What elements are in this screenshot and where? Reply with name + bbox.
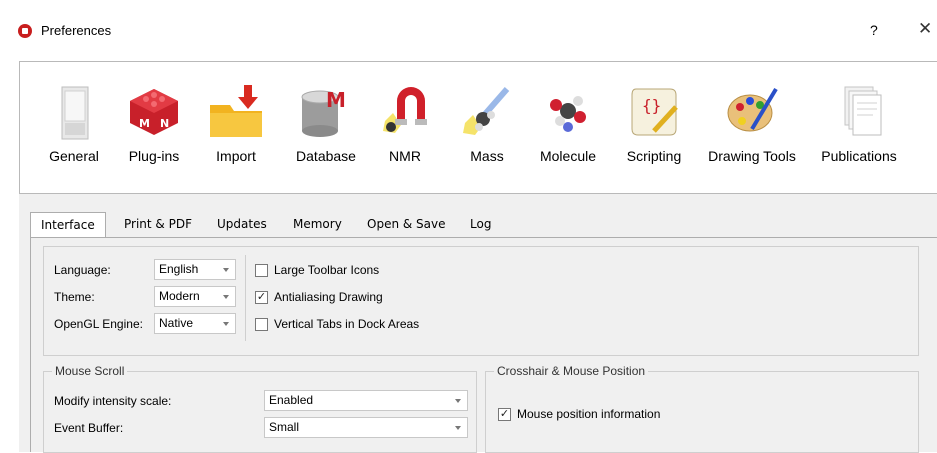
category-label: Plug-ins <box>128 148 180 164</box>
modify-intensity-value: Enabled <box>269 393 314 407</box>
antialiasing-checkbox[interactable]: ✓ <box>255 291 268 304</box>
vertical-tabs-label: Vertical Tabs in Dock Areas <box>274 317 420 331</box>
language-select[interactable]: English <box>154 259 236 280</box>
category-scripting[interactable]: {} Scripting <box>616 77 692 182</box>
theme-select[interactable]: Modern <box>154 286 236 307</box>
theme-value: Modern <box>159 289 200 303</box>
database-icon: M <box>301 88 346 137</box>
chevron-down-icon <box>223 295 229 299</box>
category-label: Scripting <box>626 148 682 164</box>
category-label: Mass <box>470 148 504 164</box>
svg-text:{}: {} <box>642 96 661 115</box>
category-label: General <box>49 148 99 164</box>
svg-text:N: N <box>160 117 169 130</box>
category-plugins[interactable]: M N Plug-ins <box>116 77 192 182</box>
nmr-icon <box>383 87 427 133</box>
category-nmr[interactable]: NMR <box>370 77 440 182</box>
title-bar: Preferences ? ✕ <box>0 0 937 60</box>
event-buffer-value: Small <box>269 420 300 434</box>
tab-updates[interactable]: Updates <box>207 212 277 237</box>
tab-memory[interactable]: Memory <box>283 212 352 237</box>
svg-text:M: M <box>326 88 346 112</box>
chevron-down-icon <box>223 322 229 326</box>
category-label: Drawing Tools <box>708 148 796 164</box>
mouse-scroll-title: Mouse Scroll <box>52 364 128 378</box>
drawing-tools-icon <box>727 87 778 132</box>
category-label: Molecule <box>539 148 597 164</box>
category-label: Import <box>216 148 256 164</box>
category-general[interactable]: General <box>36 77 112 182</box>
chevron-down-icon <box>455 426 461 430</box>
opengl-value: Native <box>159 316 194 330</box>
category-database[interactable]: M Database <box>284 77 368 182</box>
molecule-icon <box>550 96 586 132</box>
event-buffer-select[interactable]: Small <box>264 417 468 438</box>
mouse-scroll-group: Mouse Scroll Modify intensity scale: Ena… <box>43 364 477 453</box>
publications-icon <box>844 86 882 136</box>
app-logo-icon <box>18 24 32 38</box>
divider <box>245 255 246 341</box>
category-mass[interactable]: Mass <box>452 77 522 182</box>
plugins-icon: M N <box>130 89 178 135</box>
modify-intensity-label: Modify intensity scale: <box>54 394 172 408</box>
opengl-select[interactable]: Native <box>154 313 236 334</box>
mouse-position-checkbox[interactable]: ✓ <box>498 408 511 421</box>
category-molecule[interactable]: Molecule <box>530 77 606 182</box>
tab-print-pdf[interactable]: Print & PDF <box>114 212 202 237</box>
chevron-down-icon <box>455 399 461 403</box>
category-toolbar: General M N Plug-ins Import M Database N… <box>19 61 937 194</box>
close-button[interactable]: ✕ <box>918 19 932 39</box>
help-button[interactable]: ? <box>870 22 878 38</box>
large-toolbar-icons-checkbox[interactable] <box>255 264 268 277</box>
tab-open-save[interactable]: Open & Save <box>357 212 456 237</box>
svg-text:M: M <box>139 117 150 130</box>
scripting-icon: {} <box>631 88 678 136</box>
category-import[interactable]: Import <box>198 77 274 182</box>
category-publications[interactable]: Publications <box>816 77 902 182</box>
crosshair-group: Crosshair & Mouse Position ✓ Mouse posit… <box>485 364 919 453</box>
chevron-down-icon <box>223 268 229 272</box>
general-icon <box>61 86 89 140</box>
opengl-label: OpenGL Engine: <box>54 317 143 331</box>
category-label: Publications <box>821 148 897 164</box>
mass-icon <box>463 87 510 135</box>
theme-label: Theme: <box>54 290 95 304</box>
category-label: NMR <box>389 148 421 164</box>
window-title: Preferences <box>41 23 112 38</box>
tab-interface[interactable]: Interface <box>30 212 106 238</box>
category-drawing-tools[interactable]: Drawing Tools <box>702 77 802 182</box>
language-label: Language: <box>54 263 111 277</box>
crosshair-title: Crosshair & Mouse Position <box>494 364 649 378</box>
modify-intensity-select[interactable]: Enabled <box>264 390 468 411</box>
category-label: Database <box>296 148 356 164</box>
language-value: English <box>159 262 199 276</box>
vertical-tabs-checkbox[interactable] <box>255 318 268 331</box>
import-icon <box>210 85 262 137</box>
interface-tab-pane: Language: English Theme: Modern OpenGL E… <box>30 237 937 453</box>
antialiasing-label: Antialiasing Drawing <box>274 290 383 304</box>
large-toolbar-icons-label: Large Toolbar Icons <box>274 263 380 277</box>
event-buffer-label: Event Buffer: <box>54 421 124 435</box>
mouse-position-label: Mouse position information <box>517 407 661 421</box>
tab-log[interactable]: Log <box>460 212 501 237</box>
interface-settings-group: Language: English Theme: Modern OpenGL E… <box>43 246 919 356</box>
